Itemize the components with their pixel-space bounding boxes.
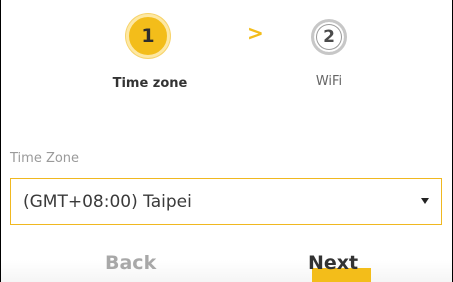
step-2-number: 2 — [323, 27, 335, 47]
back-button-label: Back — [105, 252, 157, 274]
time-zone-label: Time Zone — [10, 151, 80, 166]
next-button-label: Next — [308, 252, 359, 274]
footer-shade — [1, 260, 452, 282]
step-1-number: 1 — [141, 25, 155, 47]
setup-wizard: 1 > 2 Time zone WiFi Time Zone (GMT+08:0… — [0, 0, 453, 282]
time-zone-select[interactable]: (GMT+08:00) Taipei — [10, 178, 442, 225]
time-zone-value: (GMT+08:00) Taipei — [23, 191, 192, 212]
next-button[interactable]: Next — [308, 252, 358, 274]
dropdown-arrow-icon — [421, 198, 429, 204]
step-2-label: WiFi — [315, 74, 343, 89]
step-1-label: Time zone — [112, 76, 188, 91]
step-separator-icon: > — [247, 21, 264, 45]
step-2-indicator: 2 — [311, 19, 347, 55]
step-1-indicator: 1 — [126, 14, 170, 58]
back-button[interactable]: Back — [105, 252, 156, 274]
